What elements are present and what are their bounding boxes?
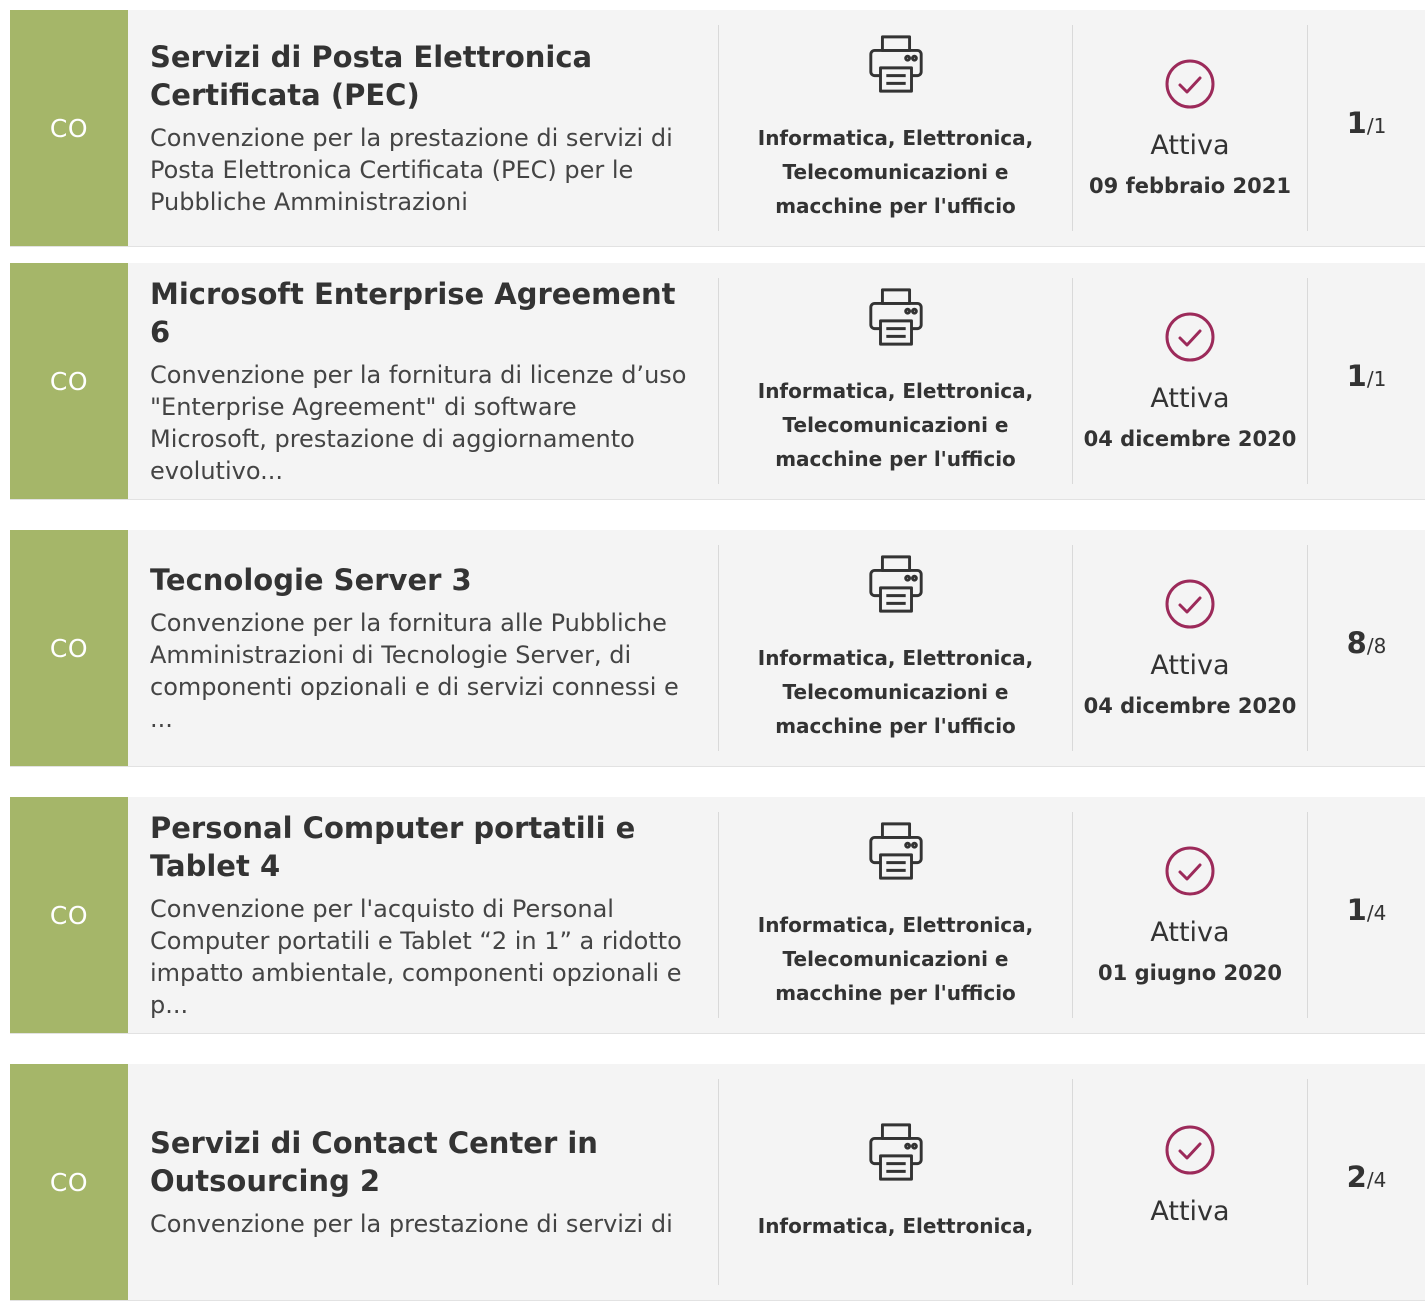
category-cell: Informatica, Elettronica, (719, 1064, 1072, 1300)
convention-info: Servizi di Contact Center in Outsourcing… (128, 1064, 718, 1300)
convention-info: Tecnologie Server 3 Convenzione per la fo… (128, 530, 718, 766)
convention-title[interactable]: Tecnologie Server 3 (150, 561, 696, 599)
lot-count-total: /1 (1366, 367, 1387, 391)
convention-info: Personal Computer portatili e Tablet 4 Co… (128, 797, 718, 1033)
convention-row[interactable]: CO Servizi di Posta Elettronica Certifica… (10, 10, 1425, 247)
category-cell: Informatica, Elettronica, Telecomunicazi… (719, 530, 1072, 766)
type-badge: CO (10, 1064, 128, 1300)
convention-row[interactable]: CO Servizi di Contact Center in Outsourci… (10, 1064, 1425, 1301)
lot-count-total: /8 (1366, 634, 1387, 658)
status-label: Attiva (1150, 383, 1230, 414)
type-badge: CO (10, 797, 128, 1033)
lot-count-main: 1 (1346, 893, 1367, 927)
convention-title[interactable]: Servizi di Posta Elettronica Certificata… (150, 38, 696, 114)
status-label: Attiva (1150, 130, 1230, 161)
convention-row[interactable]: CO Tecnologie Server 3 Convenzione per la … (10, 530, 1425, 767)
status-label: Attiva (1150, 650, 1230, 681)
status-label: Attiva (1150, 1196, 1230, 1227)
type-badge: CO (10, 530, 128, 766)
status-cell: Attiva 04 dicembre 2020 (1073, 263, 1307, 499)
check-circle-icon (1164, 311, 1216, 381)
lot-count: 1/1 (1308, 10, 1425, 246)
check-circle-icon (1164, 1124, 1216, 1194)
status-cell: Attiva 09 febbraio 2021 (1073, 10, 1307, 246)
lot-count-main: 2 (1346, 1160, 1367, 1194)
lot-count: 8/8 (1308, 530, 1425, 766)
convention-row[interactable]: CO Personal Computer portatili e Tablet 4… (10, 797, 1425, 1034)
category-cell: Informatica, Elettronica, Telecomunicazi… (719, 263, 1072, 499)
lot-count: 1/4 (1308, 797, 1425, 1033)
category-label: Informatica, Elettronica, (757, 1214, 1034, 1238)
printer-icon (865, 286, 927, 374)
printer-icon (865, 33, 927, 121)
category-label: Informatica, Elettronica, Telecomunicazi… (757, 913, 1034, 1005)
lot-count-total: /4 (1366, 1168, 1387, 1192)
category-label: Informatica, Elettronica, Telecomunicazi… (757, 379, 1034, 471)
activation-date: 04 dicembre 2020 (1083, 694, 1297, 718)
lot-count: 2/4 (1308, 1064, 1425, 1300)
convention-row[interactable]: CO Microsoft Enterprise Agreement 6 Conven… (10, 263, 1425, 500)
activation-date: 09 febbraio 2021 (1089, 174, 1291, 198)
category-label: Informatica, Elettronica, Telecomunicazi… (757, 126, 1034, 218)
convention-info: Servizi di Posta Elettronica Certificata… (128, 10, 718, 246)
type-badge: CO (10, 263, 128, 499)
convention-description: Convenzione per la fornitura alle Pubbli… (150, 609, 679, 733)
printer-icon (865, 820, 927, 908)
category-label: Informatica, Elettronica, Telecomunicazi… (757, 646, 1034, 738)
type-badge: CO (10, 10, 128, 246)
activation-date: 01 giugno 2020 (1098, 961, 1282, 985)
convention-description: Convenzione per l'acquisto di Personal C… (150, 895, 682, 1019)
status-cell: Attiva 04 dicembre 2020 (1073, 530, 1307, 766)
status-label: Attiva (1150, 917, 1230, 948)
check-circle-icon (1164, 845, 1216, 915)
category-cell: Informatica, Elettronica, Telecomunicazi… (719, 10, 1072, 246)
convention-description: Convenzione per la fornitura di licenze … (150, 361, 687, 485)
activation-date: 04 dicembre 2020 (1083, 427, 1297, 451)
convention-title[interactable]: Microsoft Enterprise Agreement 6 (150, 275, 696, 351)
printer-icon (865, 1121, 927, 1209)
lot-count-total: /4 (1366, 901, 1387, 925)
printer-icon (865, 553, 927, 641)
lot-count-total: /1 (1366, 114, 1387, 138)
check-circle-icon (1164, 58, 1216, 128)
category-cell: Informatica, Elettronica, Telecomunicazi… (719, 797, 1072, 1033)
convention-title[interactable]: Personal Computer portatili e Tablet 4 (150, 809, 696, 885)
check-circle-icon (1164, 578, 1216, 648)
lot-count-main: 1 (1346, 359, 1367, 393)
status-cell: Attiva 01 giugno 2020 (1073, 797, 1307, 1033)
convention-description: Convenzione per la prestazione di serviz… (150, 124, 673, 216)
status-cell: Attiva (1073, 1064, 1307, 1300)
convention-description: Convenzione per la prestazione di serviz… (150, 1210, 673, 1238)
lot-count: 1/1 (1308, 263, 1425, 499)
convention-title[interactable]: Servizi di Contact Center in Outsourcing… (150, 1124, 696, 1200)
convention-info: Microsoft Enterprise Agreement 6 Convenzi… (128, 263, 718, 499)
lot-count-main: 8 (1346, 626, 1367, 660)
lot-count-main: 1 (1346, 106, 1367, 140)
